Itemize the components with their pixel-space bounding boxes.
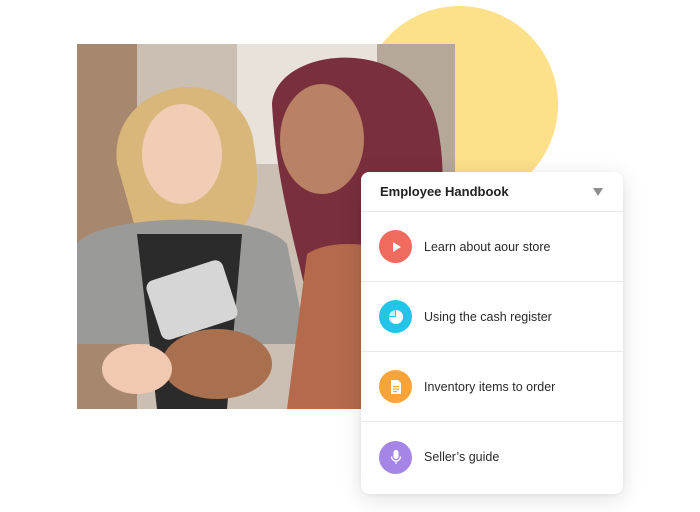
list-item-label: Seller’s guide	[424, 450, 500, 464]
list-item-label: Learn about aour store	[424, 239, 551, 254]
list-item-label: Inventory items to order	[424, 379, 556, 394]
card-title: Employee Handbook	[380, 184, 509, 199]
list-item-label: Using the cash register	[424, 309, 552, 324]
pie-chart-icon	[379, 300, 412, 333]
handbook-dropdown-header[interactable]: Employee Handbook	[361, 172, 623, 212]
play-icon	[379, 230, 412, 263]
list-item-inventory[interactable]: Inventory items to order	[361, 352, 623, 422]
list-item-sellers-guide[interactable]: Seller’s guide	[361, 422, 623, 492]
list-item-cash-register[interactable]: Using the cash register	[361, 282, 623, 352]
microphone-icon	[379, 440, 412, 474]
document-icon	[379, 370, 412, 403]
list-item-learn-about-store[interactable]: Learn about aour store	[361, 212, 623, 282]
handbook-card: Employee Handbook Learn about aour store…	[361, 172, 623, 494]
chevron-down-icon[interactable]	[593, 187, 603, 196]
